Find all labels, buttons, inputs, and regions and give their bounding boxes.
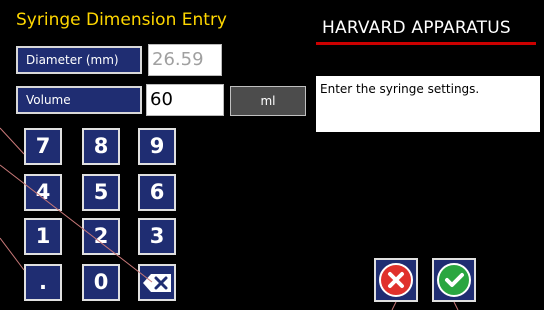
key-2[interactable]: 2 xyxy=(82,218,120,255)
brand-underline xyxy=(316,42,536,45)
confirm-button[interactable] xyxy=(432,258,476,302)
confirm-icon xyxy=(434,263,474,297)
key-decimal[interactable]: . xyxy=(24,264,62,301)
brand-name: HARVARD APPARATUS xyxy=(322,18,511,38)
backspace-button[interactable] xyxy=(138,264,176,301)
key-0[interactable]: 0 xyxy=(82,264,120,301)
key-6[interactable]: 6 xyxy=(138,174,176,211)
key-7[interactable]: 7 xyxy=(24,128,62,165)
key-8[interactable]: 8 xyxy=(82,128,120,165)
diameter-label-button[interactable]: Diameter (mm) xyxy=(16,46,142,74)
key-3[interactable]: 3 xyxy=(138,218,176,255)
backspace-icon xyxy=(140,273,174,293)
key-4[interactable]: 4 xyxy=(24,174,62,211)
volume-unit-button[interactable]: ml xyxy=(230,86,306,116)
screen-title: Syringe Dimension Entry xyxy=(16,10,227,30)
diameter-field[interactable]: 26.59 xyxy=(148,44,222,76)
cancel-icon xyxy=(376,263,416,297)
key-5[interactable]: 5 xyxy=(82,174,120,211)
volume-field[interactable]: 60 xyxy=(146,84,224,116)
cancel-button[interactable] xyxy=(374,258,418,302)
message-box: Enter the syringe settings. xyxy=(316,76,540,132)
key-9[interactable]: 9 xyxy=(138,128,176,165)
volume-label-button[interactable]: Volume xyxy=(16,86,142,114)
key-1[interactable]: 1 xyxy=(24,218,62,255)
